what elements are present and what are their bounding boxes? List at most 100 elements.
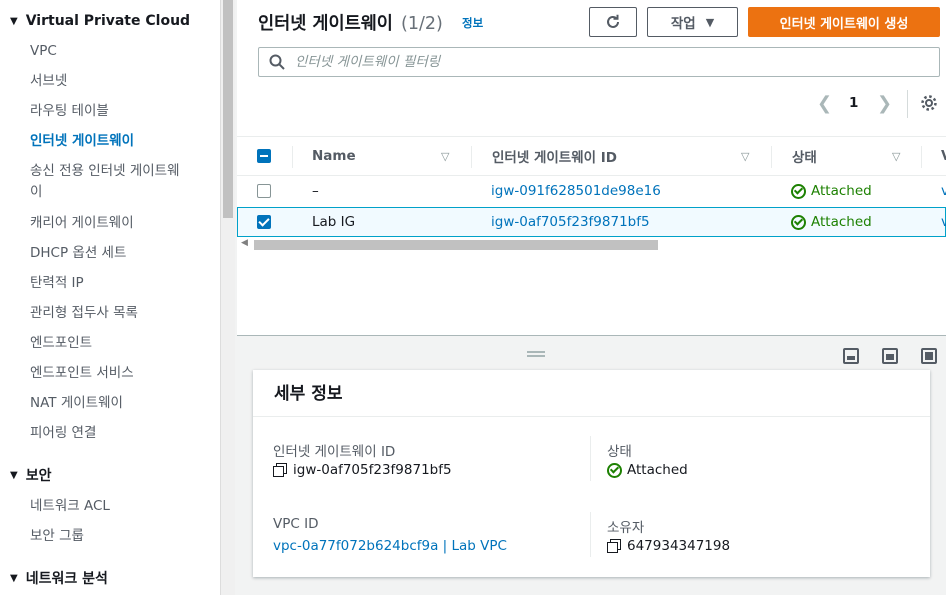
pane-half-icon[interactable] [882,348,898,364]
column-divider [771,146,772,168]
column-header-vpc[interactable]: V [941,137,946,175]
table-row[interactable]: – igw-091f628501de98e16 Attached v [237,177,946,207]
page-number[interactable]: 1 [849,92,858,114]
create-internet-gateway-button[interactable]: 인터넷 게이트웨이 생성 [748,7,940,37]
igw-id-text: igw-0af705f23f9871bf5 [293,462,452,478]
column-divider [292,146,293,168]
column-header-name[interactable]: Name ▽ [312,137,457,175]
filter-box [258,47,940,77]
sidebar-item-subnets[interactable]: 서브넷 [30,71,205,92]
sidebar-section-label: 네트워크 분석 [25,571,108,587]
row-igw-id-link[interactable]: igw-0af705f23f9871bf5 [491,208,650,236]
vpc-id-link[interactable]: vpc-0a77f072b624bcf9a | Lab VPC [273,538,507,554]
owner-label: 소유자 [607,520,645,536]
filter-input[interactable] [295,54,915,70]
sidebar: ▼ Virtual Private Cloud VPC 서브넷 라우팅 테이블 … [0,0,220,595]
list-panel: 인터넷 게이트웨이 (1/2) 정보 작업 ▼ 인터넷 게이트웨이 생성 ❮ 1… [237,0,946,335]
caret-down-icon: ▼ [10,572,18,584]
row-name: Lab IG [312,214,356,230]
row-checkbox[interactable] [257,208,271,236]
sidebar-item-carrier-gateways[interactable]: 캐리어 게이트웨이 [30,213,205,234]
check-circle-icon [791,183,806,199]
refresh-button[interactable] [589,7,637,37]
settings-gear-icon[interactable] [920,92,938,114]
sidebar-item-endpoint-services[interactable]: 엔드포인트 서비스 [30,363,205,384]
sidebar-section-vpc[interactable]: ▼ Virtual Private Cloud [10,11,190,31]
caret-down-icon: ▼ [705,15,715,29]
caret-down-icon: ▼ [10,469,18,481]
igw-id-label: 인터넷 게이트웨이 ID [273,444,396,460]
split-divider [237,335,946,336]
sidebar-item-security-groups[interactable]: 보안 그룹 [30,526,205,547]
sidebar-item-dhcp-options[interactable]: DHCP 옵션 세트 [30,243,205,264]
sidebar-item-peering[interactable]: 피어링 연결 [30,423,205,444]
sidebar-section-security[interactable]: ▼ 보안 [10,465,51,485]
horizontal-scrollbar-thumb[interactable] [254,240,658,250]
sidebar-item-network-acl[interactable]: 네트워크 ACL [30,496,205,517]
sidebar-section-label: Virtual Private Cloud [25,13,191,29]
check-circle-icon [607,462,622,478]
row-state-text: Attached [811,214,872,230]
table-header: Name ▽ 인터넷 게이트웨이 ID ▽ 상태 ▽ V [237,136,946,176]
sidebar-scrollbar-thumb[interactable] [223,0,233,218]
column-header-igw-id[interactable]: 인터넷 게이트웨이 ID ▽ [492,137,762,175]
scroll-left-icon[interactable]: ◀ [241,238,248,248]
main-content: 인터넷 게이트웨이 (1/2) 정보 작업 ▼ 인터넷 게이트웨이 생성 ❮ 1… [237,0,946,595]
sidebar-item-vpc[interactable]: VPC [30,41,205,62]
sidebar-item-route-tables[interactable]: 라우팅 테이블 [30,101,205,122]
vpc-id-label: VPC ID [273,516,319,532]
actions-label: 작업 [670,16,696,32]
next-page-icon[interactable]: ❯ [877,92,892,114]
column-label: V [941,148,946,164]
sidebar-item-internet-gateways[interactable]: 인터넷 게이트웨이 [30,131,205,152]
horizontal-scrollbar[interactable]: ◀ [237,237,946,253]
pane-bottom-icon[interactable] [843,348,859,364]
sidebar-item-egress-only-igw[interactable]: 송신 전용 인터넷 게이트웨이 [30,161,190,203]
row-state: Attached [791,177,872,205]
row-state: Attached [791,208,872,236]
sort-icon[interactable]: ▽ [441,150,449,163]
state-text: Attached [627,462,688,478]
sort-icon[interactable]: ▽ [892,150,900,163]
igw-id-value: igw-0af705f23f9871bf5 [273,462,452,478]
sidebar-section-label: 보안 [25,468,52,484]
sidebar-item-nat-gateways[interactable]: NAT 게이트웨이 [30,393,205,414]
owner-value: 647934347198 [607,538,730,554]
details-header: 세부 정보 [253,370,930,417]
divider [907,90,908,118]
sidebar-section-network-analysis[interactable]: ▼ 네트워크 분석 [10,568,108,588]
caret-down-icon: ▼ [10,15,18,27]
sidebar-item-elastic-ip[interactable]: 탄력적 IP [30,273,205,294]
page-title-text: 인터넷 게이트웨이 [258,14,393,34]
pane-full-icon[interactable] [921,348,937,364]
actions-button[interactable]: 작업 ▼ [647,7,738,37]
sort-icon[interactable]: ▽ [741,150,749,163]
table-row[interactable]: Lab IG igw-0af705f23f9871bf5 Attached v [237,207,946,237]
refresh-icon [607,14,619,28]
details-title: 세부 정보 [274,384,343,404]
row-vpc-link[interactable]: v [941,177,946,205]
column-header-state[interactable]: 상태 ▽ [792,137,912,175]
column-label: 상태 [792,150,817,166]
select-all-checkbox[interactable] [257,137,271,175]
state-label: 상태 [607,444,632,460]
sidebar-item-endpoints[interactable]: 엔드포인트 [30,333,205,354]
copy-icon[interactable] [607,539,621,553]
page-title: 인터넷 게이트웨이 (1/2) [258,10,443,35]
owner-text: 647934347198 [627,538,731,554]
row-checkbox[interactable] [257,177,271,205]
details-panel: 세부 정보 인터넷 게이트웨이 ID igw-0af705f23f9871bf5… [253,370,930,577]
row-igw-id-link[interactable]: igw-091f628501de98e16 [491,177,661,205]
copy-icon[interactable] [273,463,287,477]
search-icon [269,54,285,70]
row-vpc-link[interactable]: v [941,208,946,236]
sidebar-item-prefix-lists[interactable]: 관리형 접두사 목록 [30,303,205,324]
resize-handle-icon[interactable] [527,351,545,357]
info-link[interactable]: 정보 [462,15,483,31]
column-label: Name [312,148,356,164]
check-circle-icon [791,214,806,230]
column-label: 인터넷 게이트웨이 ID [492,150,617,166]
column-divider [590,436,591,481]
previous-page-icon[interactable]: ❮ [817,92,832,114]
column-divider [590,512,591,557]
